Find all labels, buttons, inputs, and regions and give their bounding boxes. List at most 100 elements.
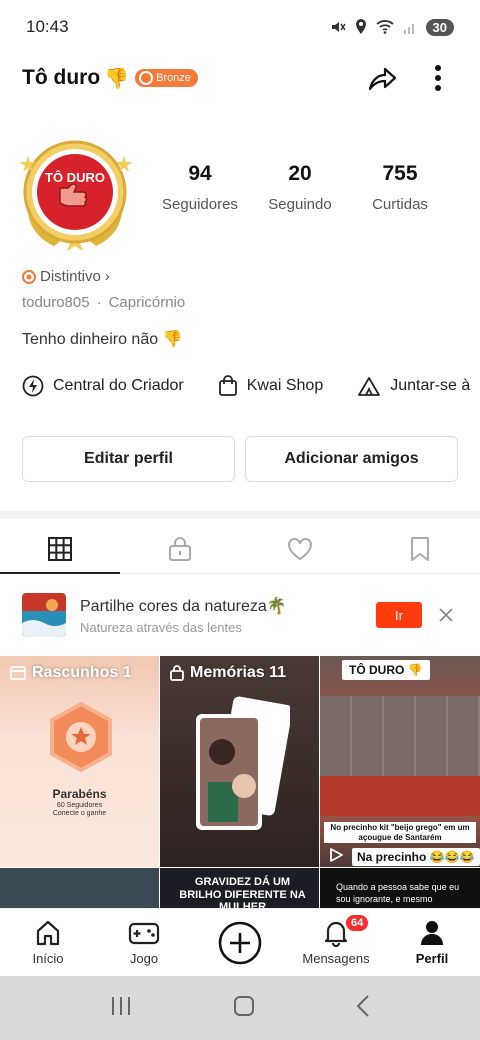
nav-game-label: Jogo	[129, 951, 159, 966]
grid-icon	[48, 536, 72, 561]
likes-label: Curtidas	[372, 196, 428, 213]
content-tabs	[0, 524, 480, 574]
status-time: 10:43	[26, 17, 69, 36]
video1-caption: No precinho kit "beijo grego" em um açou…	[324, 822, 476, 844]
signal-icon	[403, 24, 414, 34]
user-meta: toduro805 · Capricórnio	[22, 294, 185, 311]
wifi-icon	[375, 20, 394, 34]
likes-stat[interactable]: 755 Curtidas	[350, 162, 450, 213]
promo-banner[interactable]: Partilhe cores da natureza🌴 Natureza atr…	[22, 590, 458, 640]
video2-caption: GRAVIDEZ DÁ UM BRILHO DIFERENTE NA MULHE…	[179, 876, 306, 908]
bookmark-icon	[411, 536, 429, 561]
promo-go-button[interactable]: Ir	[376, 602, 422, 628]
kwai-shop-shortcut[interactable]: Kwai Shop	[218, 375, 323, 397]
bottom-nav: Início Jogo 64 Mensagens Perfil	[0, 908, 480, 976]
drafts-tile[interactable]: Rascunhos 1 Parabéns 60 Seguidores Conec…	[0, 656, 159, 867]
memories-label: Memórias 11	[170, 664, 286, 682]
drafts-sub2: Conecte o ganhe	[52, 810, 107, 817]
drafts-label: Rascunhos 1	[10, 664, 132, 682]
video-tile-4[interactable]: Quando a pessoa sabe que eu sou ignorant…	[320, 868, 480, 908]
nav-messages[interactable]: 64 Mensagens	[288, 909, 384, 976]
memories-photo-stack	[196, 696, 290, 830]
join-shortcut[interactable]: Juntar-se à	[357, 375, 470, 397]
memories-tile[interactable]: Memórias 11	[160, 656, 319, 867]
tab-saved[interactable]	[360, 524, 480, 573]
tent-icon	[358, 377, 381, 396]
home-square-icon	[233, 995, 254, 1016]
creator-center-shortcut[interactable]: Central do Criador	[22, 375, 184, 397]
gamepad-icon	[128, 922, 160, 945]
add-friends-button[interactable]: Adicionar amigos	[245, 436, 458, 482]
following-stat[interactable]: 20 Seguindo	[250, 162, 350, 213]
nav-home[interactable]: Início	[0, 909, 96, 976]
heart-icon	[288, 537, 312, 560]
followers-stat[interactable]: 94 Seguidores	[150, 162, 250, 213]
drafts-icon	[10, 666, 26, 680]
profile-header: Tô duro 👎 Bronze	[22, 56, 458, 100]
profile-actions: Editar perfil Adicionar amigos	[22, 436, 458, 482]
nav-profile-label: Perfil	[415, 951, 449, 966]
avatar-text: TÔ DURO	[45, 170, 105, 185]
battery-indicator: 30	[425, 18, 454, 36]
level-badge-label: Bronze	[156, 72, 191, 84]
video-tile-1[interactable]: TÔ DURO 👎 No precinho kit "beijo grego" …	[320, 656, 480, 867]
notification-badge: 64	[344, 913, 371, 933]
drafts-sub1: 60 Seguidores	[56, 802, 103, 809]
profile-stats: 94 Seguidores 20 Seguindo 755 Curtidas	[150, 162, 450, 213]
lock-icon	[170, 665, 184, 681]
tab-private[interactable]	[120, 524, 240, 573]
video-tile-3[interactable]: GRAVIDEZ DÁ UM BRILHO DIFERENTE NA MULHE…	[160, 868, 319, 908]
post-grid: Rascunhos 1 Parabéns 60 Seguidores Conec…	[0, 656, 480, 908]
shortcut-row: Central do Criador Kwai Shop Juntar-se à	[22, 372, 480, 400]
play-icon	[330, 848, 343, 862]
video1-small-caption: Na precinho 😂😂😂	[352, 848, 480, 866]
badge-icon	[22, 269, 36, 284]
avatar-badge-image: TÔ DURO	[20, 140, 132, 251]
medal-icon	[139, 71, 154, 85]
video-tile-2[interactable]	[0, 868, 159, 908]
person-icon	[421, 921, 443, 945]
home-button[interactable]	[232, 994, 256, 1023]
lightning-icon	[22, 375, 44, 397]
share-button[interactable]	[362, 58, 402, 98]
tab-liked[interactable]	[240, 524, 360, 573]
medal-illustration	[50, 701, 112, 773]
nav-game[interactable]: Jogo	[96, 909, 192, 976]
nav-profile[interactable]: Perfil	[384, 909, 480, 976]
video1-title: TÔ DURO 👎	[342, 660, 430, 680]
back-button[interactable]	[355, 994, 371, 1023]
shopping-bag-icon	[218, 375, 237, 396]
close-icon[interactable]	[434, 603, 458, 627]
mute-icon	[331, 22, 346, 32]
drafts-label-text: Rascunhos 1	[32, 664, 132, 681]
badge-link[interactable]: Distintivo ›	[22, 268, 110, 285]
more-options-button[interactable]	[418, 58, 458, 98]
recent-apps-button[interactable]	[109, 995, 133, 1022]
nav-messages-label: Mensagens	[302, 951, 370, 966]
promo-title: Partilhe cores da natureza🌴	[80, 597, 287, 615]
zodiac-sign: Capricórnio	[108, 294, 186, 311]
profile-bio: Tenho dinheiro não 👎	[22, 331, 183, 348]
edit-profile-button[interactable]: Editar perfil	[22, 436, 235, 482]
badge-label: Distintivo	[40, 268, 101, 285]
promo-thumbnail	[22, 593, 66, 637]
level-badge[interactable]: Bronze	[135, 69, 198, 87]
lock-icon	[169, 536, 191, 561]
user-id[interactable]: toduro805	[22, 294, 90, 311]
nav-create[interactable]	[192, 909, 288, 976]
video3-caption: Quando a pessoa sabe que eu sou ignorant…	[336, 882, 460, 904]
following-label: Seguindo	[268, 196, 332, 213]
status-icons: 30	[330, 18, 454, 36]
meta-separator: ·	[96, 294, 102, 311]
nav-home-label: Início	[32, 951, 64, 966]
creator-center-label: Central do Criador	[53, 377, 184, 394]
followers-count: 94	[188, 162, 212, 185]
promo-subtitle: Natureza através das lentes	[80, 619, 242, 635]
tab-posts[interactable]	[0, 524, 120, 574]
join-label: Juntar-se à	[390, 377, 471, 394]
memories-label-text: Memórias 11	[190, 664, 287, 681]
followers-label: Seguidores	[162, 196, 238, 213]
avatar[interactable]: TÔ DURO	[14, 134, 136, 256]
location-icon	[355, 19, 366, 34]
status-bar: 10:43 30	[0, 0, 480, 54]
